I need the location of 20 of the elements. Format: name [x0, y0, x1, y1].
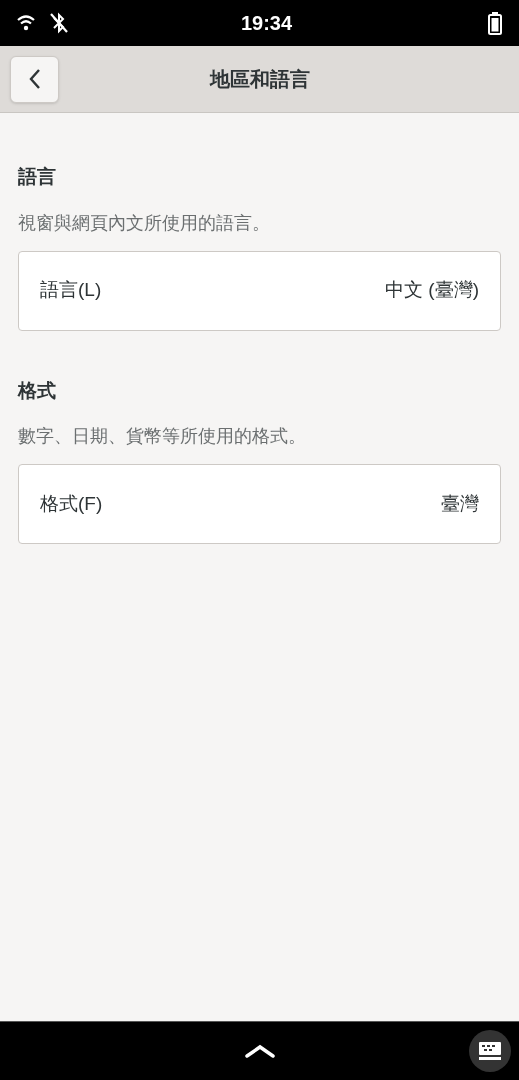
section-heading: 語言	[18, 165, 57, 189]
setting-label: 格式(F)	[40, 491, 103, 516]
keyboard-button[interactable]	[469, 1030, 511, 1072]
chevron-up-icon	[243, 1043, 276, 1059]
keyboard-icon	[479, 1042, 501, 1060]
back-button[interactable]	[10, 55, 59, 103]
back-chevron-icon	[27, 68, 42, 90]
setting-value: 臺灣	[441, 491, 479, 516]
clock-time: 19:34	[239, 11, 294, 36]
section-description: 視窗與網頁內文所使用的語言。	[18, 211, 271, 235]
setting-value: 中文 (臺灣)	[385, 278, 479, 303]
setting-row[interactable]: 格式(F) 臺灣	[18, 464, 501, 544]
page-title: 地區和語言	[209, 67, 310, 92]
bluetooth-off-icon	[48, 11, 70, 35]
setting-label: 語言(L)	[40, 278, 102, 303]
section-description: 數字、日期、貨幣等所使用的格式。	[18, 425, 307, 448]
setting-row[interactable]: 語言(L) 中文 (臺灣)	[18, 250, 501, 331]
wifi-icon	[16, 14, 36, 32]
section-heading: 格式	[18, 378, 57, 403]
battery-icon	[487, 11, 503, 35]
